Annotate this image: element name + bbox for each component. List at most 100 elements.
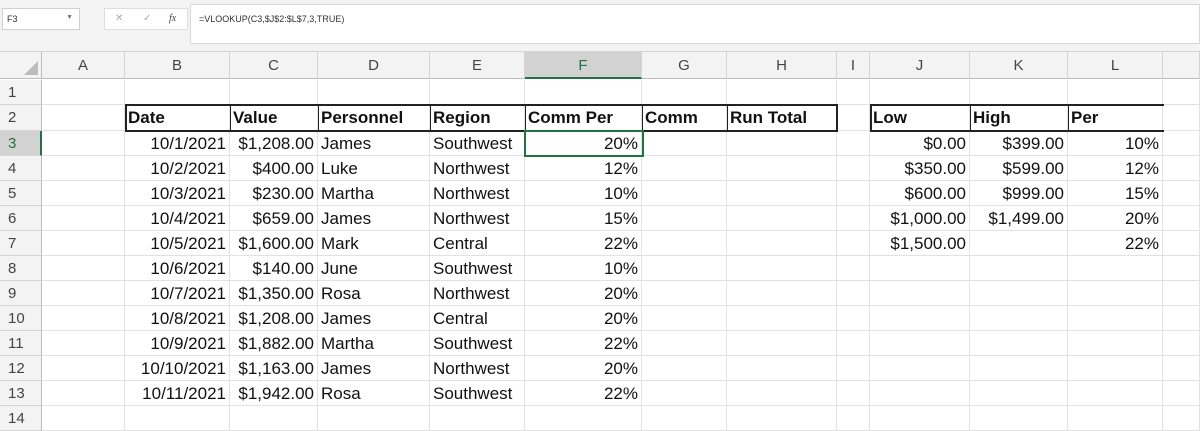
lookup-header-cell[interactable]: Per	[1068, 105, 1163, 131]
data-cell[interactable]: $1,163.00	[230, 356, 318, 381]
data-cell[interactable]: 22%	[525, 231, 642, 256]
cell[interactable]	[837, 281, 870, 306]
lookup-cell[interactable]: $350.00	[870, 156, 970, 181]
data-cell[interactable]: 20%	[525, 356, 642, 381]
cancel-icon[interactable]: ✕	[115, 13, 123, 24]
cell[interactable]	[870, 381, 970, 406]
column-header-C[interactable]: C	[230, 52, 318, 79]
cell[interactable]	[642, 80, 727, 105]
insert-function-icon[interactable]: fx	[169, 13, 176, 24]
cell[interactable]	[870, 356, 970, 381]
cell[interactable]	[837, 306, 870, 331]
cell[interactable]	[970, 356, 1068, 381]
column-header-J[interactable]: J	[870, 52, 970, 79]
data-cell[interactable]: 15%	[525, 206, 642, 231]
data-cell[interactable]: 20%	[525, 131, 642, 156]
cell[interactable]	[970, 256, 1068, 281]
data-cell[interactable]: $1,208.00	[230, 131, 318, 156]
column-header-A[interactable]: A	[42, 52, 125, 79]
cell[interactable]	[970, 306, 1068, 331]
data-cell[interactable]: Northwest	[430, 181, 525, 206]
data-cell[interactable]: 10/6/2021	[125, 256, 230, 281]
cell[interactable]	[42, 206, 125, 231]
row-header-8[interactable]: 8	[0, 256, 42, 281]
data-cell[interactable]: Southwest	[430, 131, 525, 156]
cell[interactable]	[42, 356, 125, 381]
cell[interactable]	[1163, 206, 1200, 231]
header-cell[interactable]: Run Total	[727, 105, 837, 131]
cell[interactable]	[318, 80, 430, 105]
header-cell[interactable]: Value	[230, 105, 318, 131]
data-cell[interactable]: Northwest	[430, 281, 525, 306]
cell[interactable]	[727, 281, 837, 306]
data-cell[interactable]: Rosa	[318, 281, 430, 306]
cell[interactable]	[42, 181, 125, 206]
cell[interactable]	[42, 156, 125, 181]
cell[interactable]	[727, 356, 837, 381]
name-box[interactable]: F3 ▼	[2, 8, 80, 30]
cell[interactable]	[642, 231, 727, 256]
data-cell[interactable]: 10/3/2021	[125, 181, 230, 206]
cell[interactable]	[1068, 281, 1163, 306]
cell[interactable]	[1068, 256, 1163, 281]
cell[interactable]	[125, 80, 230, 105]
cell[interactable]	[430, 80, 525, 105]
data-cell[interactable]: Luke	[318, 156, 430, 181]
cell[interactable]	[837, 206, 870, 231]
cell[interactable]	[727, 131, 837, 156]
data-cell[interactable]: $140.00	[230, 256, 318, 281]
data-cell[interactable]: $1,350.00	[230, 281, 318, 306]
cell[interactable]	[870, 306, 970, 331]
cell[interactable]	[837, 131, 870, 156]
cell[interactable]	[642, 206, 727, 231]
row-header-9[interactable]: 9	[0, 281, 42, 306]
enter-icon[interactable]: ✓	[143, 13, 151, 24]
header-cell[interactable]: Region	[430, 105, 525, 131]
lookup-cell[interactable]: 12%	[1068, 156, 1163, 181]
header-cell[interactable]: Comm	[642, 105, 727, 131]
data-cell[interactable]: June	[318, 256, 430, 281]
cell[interactable]	[837, 181, 870, 206]
cell[interactable]	[727, 331, 837, 356]
data-cell[interactable]: 20%	[525, 281, 642, 306]
data-cell[interactable]: Martha	[318, 331, 430, 356]
data-cell[interactable]: Martha	[318, 181, 430, 206]
lookup-cell[interactable]: 20%	[1068, 206, 1163, 231]
chevron-down-icon[interactable]: ▼	[66, 14, 73, 21]
cell[interactable]	[430, 406, 525, 431]
cell[interactable]	[230, 406, 318, 431]
data-cell[interactable]: Northwest	[430, 206, 525, 231]
row-header-13[interactable]: 13	[0, 381, 42, 406]
cell[interactable]	[42, 80, 125, 105]
cell[interactable]	[837, 105, 870, 131]
header-cell[interactable]: Comm Per	[525, 105, 642, 131]
cell[interactable]	[970, 80, 1068, 105]
data-cell[interactable]: 10/4/2021	[125, 206, 230, 231]
cell[interactable]	[837, 80, 870, 105]
cell[interactable]	[1068, 406, 1163, 431]
cell[interactable]	[42, 231, 125, 256]
lookup-cell[interactable]: $599.00	[970, 156, 1068, 181]
column-header-L[interactable]: L	[1068, 52, 1163, 79]
cell[interactable]	[870, 406, 970, 431]
cell[interactable]	[970, 381, 1068, 406]
data-cell[interactable]: James	[318, 356, 430, 381]
column-header-F[interactable]: F	[525, 52, 642, 79]
cell[interactable]	[1068, 306, 1163, 331]
row-header-3[interactable]: 3	[0, 131, 42, 156]
lookup-cell[interactable]: 15%	[1068, 181, 1163, 206]
cell[interactable]	[870, 256, 970, 281]
cell[interactable]	[727, 256, 837, 281]
data-cell[interactable]: 12%	[525, 156, 642, 181]
row-header-7[interactable]: 7	[0, 231, 42, 256]
cell[interactable]	[1068, 356, 1163, 381]
cell[interactable]	[1163, 331, 1200, 356]
formula-input[interactable]: =VLOOKUP(C3,$J$2:$L$7,3,TRUE)	[190, 4, 1200, 44]
row-header-11[interactable]: 11	[0, 331, 42, 356]
cell[interactable]	[642, 406, 727, 431]
data-cell[interactable]: $659.00	[230, 206, 318, 231]
data-cell[interactable]: $400.00	[230, 156, 318, 181]
data-cell[interactable]: 10/11/2021	[125, 381, 230, 406]
cell[interactable]	[970, 406, 1068, 431]
data-cell[interactable]: 10%	[525, 256, 642, 281]
